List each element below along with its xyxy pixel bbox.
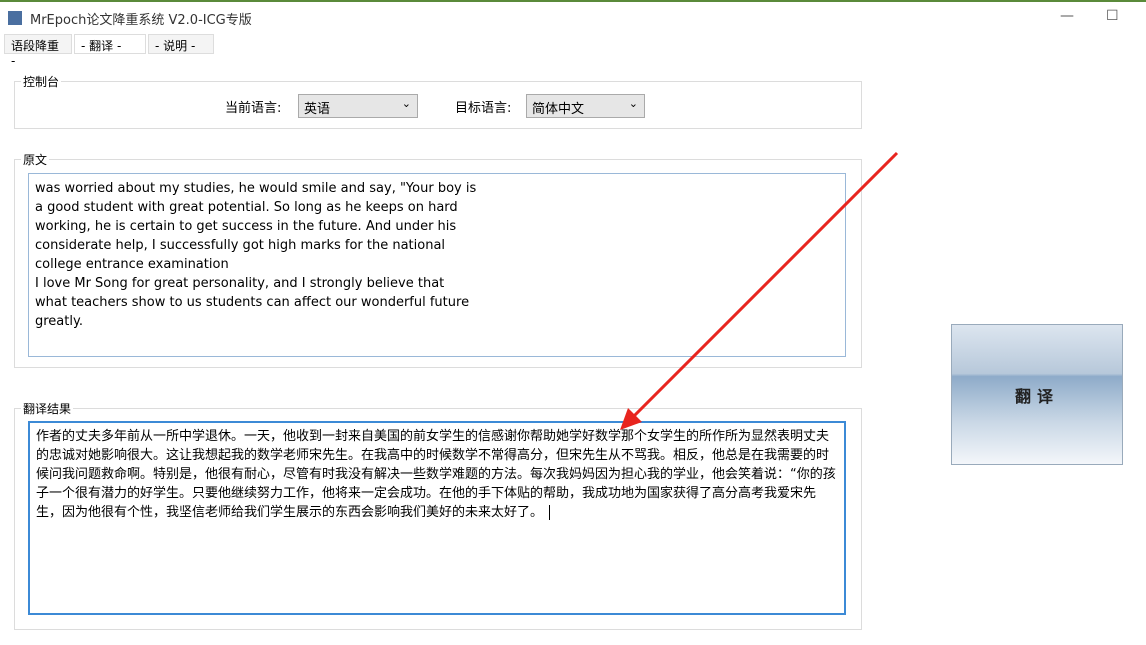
annotation-arrow bbox=[0, 0, 1146, 645]
arrow-line bbox=[632, 153, 897, 418]
